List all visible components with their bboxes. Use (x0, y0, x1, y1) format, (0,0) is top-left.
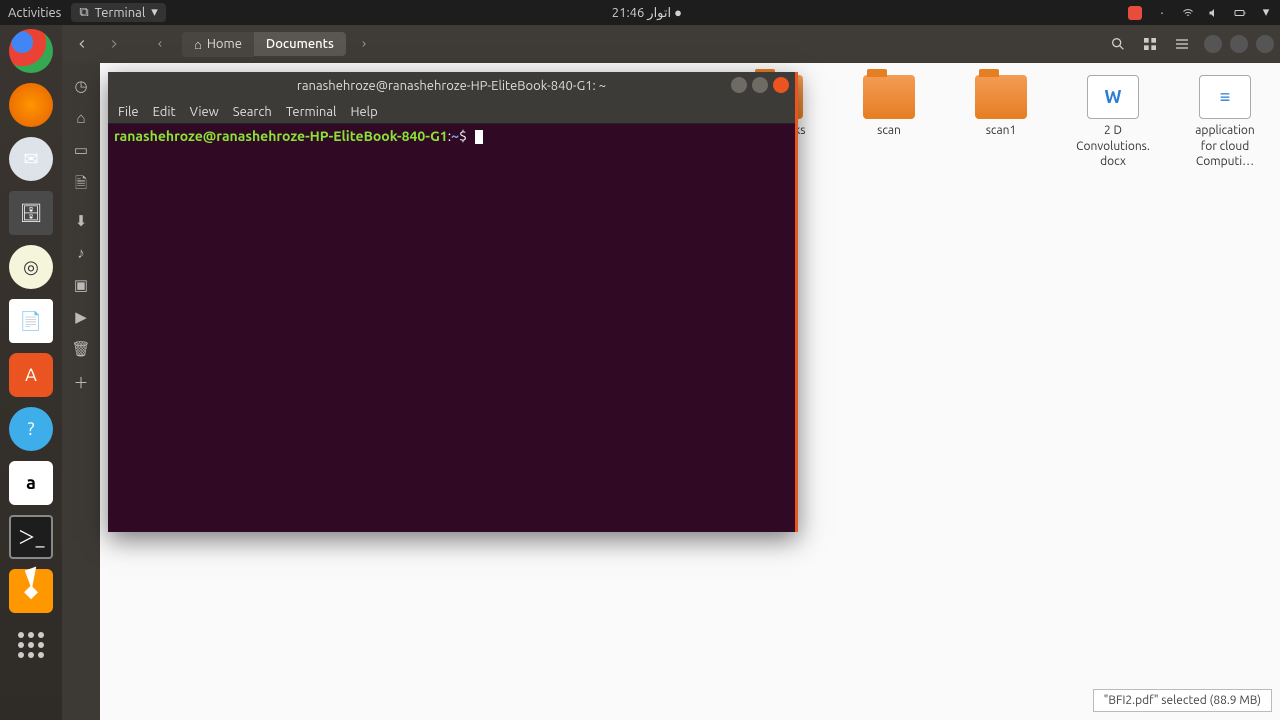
music-icon[interactable]: ♪ (77, 244, 85, 262)
terminal-app[interactable]: ＞_ (9, 515, 53, 559)
folder-icon (975, 75, 1027, 119)
terminal-menu-file[interactable]: File (118, 105, 139, 119)
app-menu[interactable]: ⧉ Terminal ▾ (71, 3, 165, 22)
files-app[interactable]: 🗄 (9, 191, 53, 235)
terminal-prompt-user: ranashehroze@ranashehroze-HP-EliteBook-8… (114, 128, 448, 144)
path-back-icon[interactable] (146, 30, 174, 58)
breadcrumb-current[interactable]: Documents (254, 32, 346, 56)
volume-icon[interactable] (1208, 7, 1220, 19)
terminal-menu-terminal[interactable]: Terminal (286, 105, 337, 119)
file-label: application for cloud Computi… (1186, 123, 1264, 170)
chevron-down-icon[interactable]: ▾ (1260, 7, 1272, 19)
app-menu-label: Terminal (95, 6, 146, 20)
software-app[interactable]: A (9, 353, 53, 397)
show-apps-button[interactable] (9, 623, 53, 667)
firefox-app[interactable] (9, 83, 53, 127)
status-dot-icon: · (1156, 7, 1168, 19)
folder-icon (863, 75, 915, 119)
terminal-prompt-symbol: $ (459, 128, 467, 144)
maximize-button[interactable] (1230, 35, 1248, 53)
view-grid-button[interactable] (1136, 30, 1164, 58)
terminal-menu-help[interactable]: Help (350, 105, 377, 119)
document-icon: ≡ (1199, 75, 1251, 119)
back-button[interactable] (68, 30, 96, 58)
close-button[interactable] (1256, 35, 1274, 53)
terminal-close-button[interactable] (773, 77, 789, 93)
home-icon: ⌂ (194, 37, 202, 52)
terminal-menu-view[interactable]: View (190, 105, 219, 119)
documents-icon[interactable]: 🗎 (75, 173, 87, 198)
chevron-down-icon: ▾ (151, 5, 158, 20)
add-location-icon[interactable]: ＋ (73, 372, 88, 393)
sublime-app[interactable]: ◆ (9, 569, 53, 613)
document-icon: W (1087, 75, 1139, 119)
activities-button[interactable]: Activities (8, 6, 61, 20)
breadcrumb-home[interactable]: ⌂ Home (182, 32, 254, 57)
terminal-indicator-icon: ⧉ (79, 5, 88, 20)
file-item[interactable]: ≡application for cloud Computi… (1186, 75, 1264, 170)
terminal-window: ranashehroze@ranashehroze-HP-EliteBook-8… (108, 72, 798, 532)
writer-app[interactable]: 📄 (9, 299, 53, 343)
terminal-title: ranashehroze@ranashehroze-HP-EliteBook-8… (297, 79, 606, 93)
breadcrumb: ⌂ Home Documents (182, 32, 346, 57)
screen-record-icon[interactable] (1128, 6, 1142, 20)
files-sidebar: ◷ ⌂ ▭ 🗎 ⬇ ♪ ▣ ▶ 🗑 ＋ (62, 63, 100, 720)
terminal-prompt-path: ~ (451, 128, 459, 144)
pictures-icon[interactable]: ▣ (74, 276, 88, 294)
terminal-maximize-button[interactable] (752, 77, 768, 93)
chrome-app[interactable] (9, 29, 53, 73)
files-header: ⌂ Home Documents (62, 25, 1280, 63)
minimize-button[interactable] (1204, 35, 1222, 53)
file-item[interactable]: scan1 (962, 75, 1040, 170)
trash-icon[interactable]: 🗑 (71, 340, 90, 358)
amazon-app[interactable]: a (9, 461, 53, 505)
thunderbird-app[interactable]: ✉ (9, 137, 53, 181)
hamburger-button[interactable] (1168, 30, 1196, 58)
terminal-menu-search[interactable]: Search (233, 105, 272, 119)
help-app[interactable]: ? (9, 407, 53, 451)
desktop-icon[interactable]: ▭ (74, 141, 88, 159)
rhythmbox-app[interactable]: ◎ (9, 245, 53, 289)
search-button[interactable] (1104, 30, 1132, 58)
battery-icon[interactable] (1234, 7, 1246, 19)
clock[interactable]: 21:46 اتوار ● (166, 5, 1128, 21)
terminal-menubar: File Edit View Search Terminal Help (108, 100, 795, 124)
home-icon[interactable]: ⌂ (76, 109, 85, 127)
terminal-titlebar[interactable]: ranashehroze@ranashehroze-HP-EliteBook-8… (108, 72, 795, 100)
top-panel: Activities ⧉ Terminal ▾ 21:46 اتوار ● · … (0, 0, 1280, 25)
file-label: scan1 (986, 123, 1017, 139)
path-forward-icon[interactable] (350, 30, 378, 58)
terminal-menu-edit[interactable]: Edit (153, 105, 176, 119)
downloads-icon[interactable]: ⬇ (75, 212, 88, 230)
terminal-body[interactable]: ranashehroze@ranashehroze-HP-EliteBook-8… (108, 124, 795, 148)
breadcrumb-home-label: Home (207, 37, 242, 51)
file-label: 2 D Convolutions.docx (1074, 123, 1152, 170)
file-label: scan (877, 123, 901, 139)
file-item[interactable]: W2 D Convolutions.docx (1074, 75, 1152, 170)
recent-icon[interactable]: ◷ (74, 77, 87, 95)
terminal-minimize-button[interactable] (731, 77, 747, 93)
terminal-cursor (475, 130, 483, 144)
forward-button[interactable] (100, 30, 128, 58)
launcher-dock: ✉ 🗄 ◎ 📄 A ? a ＞_ ◆ (0, 25, 62, 720)
file-item[interactable]: scan (850, 75, 928, 170)
videos-icon[interactable]: ▶ (75, 308, 87, 326)
status-bar: "BFI2.pdf" selected (88.9 MB) (1093, 689, 1272, 712)
wifi-icon[interactable] (1182, 7, 1194, 19)
